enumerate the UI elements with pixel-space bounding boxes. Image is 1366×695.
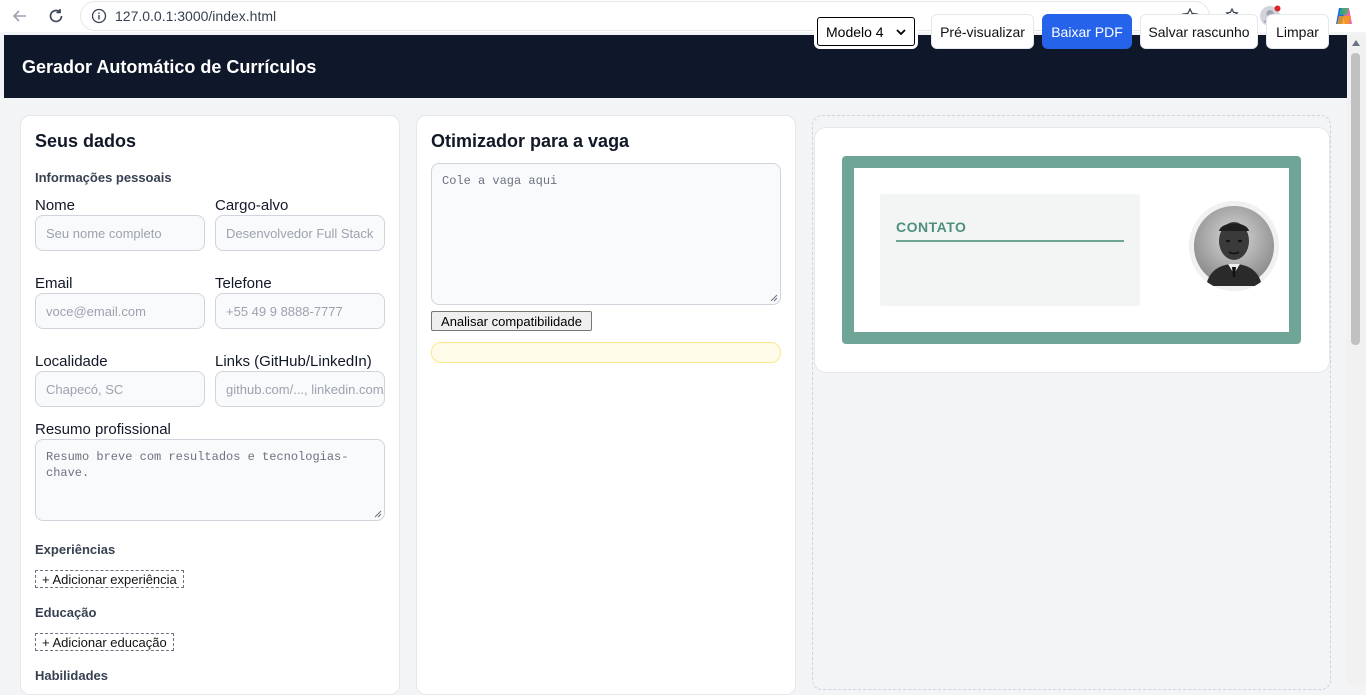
page-scrollbar[interactable] [1347,35,1366,685]
back-icon[interactable] [8,4,32,28]
add-experience-button[interactable]: + Adicionar experiência [35,570,184,588]
job-description-textarea[interactable]: Cole a vaga aqui [431,163,781,305]
reload-icon[interactable] [44,4,68,28]
job-description-placeholder: Cole a vaga aqui [442,174,558,188]
profile-photo [1189,201,1279,291]
model-select[interactable]: Modelo 4 [814,14,918,49]
portrait-image-icon [1189,201,1279,291]
role-input[interactable]: Desenvolvedor Full Stack [215,215,385,251]
contact-divider [896,240,1124,242]
resize-grip-icon[interactable] [374,510,382,518]
personal-section-title: Informações pessoais [35,170,172,185]
phone-input[interactable]: +55 49 9 8888-7777 [215,293,385,329]
optimizer-title: Otimizador para a vaga [431,131,630,151]
experience-section-title: Experiências [35,542,116,557]
contact-title: CONTATO [896,219,967,235]
compatibility-result-bar [431,342,781,363]
address-bar[interactable]: 127.0.0.1:3000/index.html [80,1,1210,31]
chevron-down-icon [896,28,906,35]
add-education-button[interactable]: + Adicionar educação [35,633,174,651]
info-icon[interactable] [91,8,107,24]
model-select-value: Modelo 4 [826,23,884,40]
location-input[interactable]: Chapecó, SC [35,371,205,407]
role-label: Cargo-alvo [215,197,289,214]
download-pdf-button[interactable]: Baixar PDF [1042,14,1132,49]
links-input[interactable]: github.com/..., linkedin.com/... [215,371,385,407]
resize-grip-icon[interactable] [770,294,778,302]
scroll-thumb[interactable] [1351,53,1360,345]
preview-button[interactable]: Pré-visualizar [931,14,1034,49]
summary-textarea[interactable]: Resumo breve com resultados e tecnologia… [35,439,385,521]
summary-label: Resumo profissional [35,421,171,438]
email-label: Email [35,275,73,292]
analyze-compatibility-button[interactable]: Analisar compatibilidade [431,311,592,331]
save-draft-button[interactable]: Salvar rascunho [1140,14,1258,49]
phone-label: Telefone [215,275,272,292]
form-title: Seus dados [35,131,137,151]
summary-placeholder: Resumo breve com resultados e tecnologia… [46,450,349,480]
name-input[interactable]: Seu nome completo [35,215,205,251]
clear-button[interactable]: Limpar [1266,14,1329,49]
url-text[interactable]: 127.0.0.1:3000/index.html [115,8,276,24]
app-title: Gerador Automático de Currículos [22,57,317,77]
skills-section-title: Habilidades [35,668,108,683]
scroll-up-icon[interactable] [1352,40,1360,46]
location-label: Localidade [35,353,108,370]
copilot-icon[interactable] [1333,5,1355,27]
education-section-title: Educação [35,605,97,620]
name-label: Nome [35,197,76,214]
contact-section [880,194,1140,306]
email-input[interactable]: voce@email.com [35,293,205,329]
links-label: Links (GitHub/LinkedIn) [215,353,372,370]
